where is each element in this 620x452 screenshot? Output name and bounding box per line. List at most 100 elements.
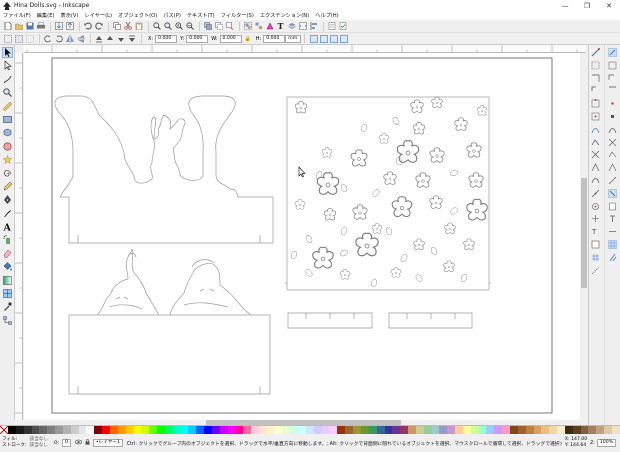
side-path-icon[interactable]: [608, 150, 617, 159]
snap-nodes-icon[interactable]: [591, 125, 600, 134]
color-swatch[interactable]: [611, 426, 620, 434]
copy-icon[interactable]: [112, 22, 121, 31]
close-button[interactable]: ✕: [598, 0, 620, 11]
color-swatch[interactable]: [557, 426, 565, 434]
color-swatch[interactable]: [86, 426, 95, 434]
zoom-selection-icon[interactable]: [152, 22, 161, 31]
print-icon[interactable]: [36, 22, 45, 31]
tweak-tool-icon[interactable]: [2, 74, 13, 85]
spray-tool-icon[interactable]: [2, 234, 13, 245]
lower-to-bottom-icon[interactable]: [127, 34, 136, 43]
menu-text[interactable]: テキスト(T): [187, 12, 215, 19]
paste-icon[interactable]: [134, 22, 143, 31]
color-swatch[interactable]: [502, 426, 510, 434]
snap-intersections-icon[interactable]: [591, 150, 600, 159]
preferences-icon[interactable]: [338, 22, 347, 31]
color-swatch[interactable]: [94, 426, 103, 434]
vertical-scrollbar[interactable]: [580, 53, 588, 420]
align-distribute-icon[interactable]: [309, 22, 318, 31]
color-swatch[interactable]: [219, 426, 228, 434]
snap-rotation-center-icon[interactable]: [591, 214, 600, 223]
snap-grid-icon[interactable]: [591, 253, 600, 262]
opacity-field[interactable]: 0: [62, 439, 71, 447]
color-swatch[interactable]: [360, 426, 369, 434]
color-swatch[interactable]: [180, 426, 189, 434]
color-swatch[interactable]: [164, 426, 173, 434]
snap-bbox-icon[interactable]: [591, 61, 600, 70]
star-tool-icon[interactable]: [2, 154, 13, 165]
color-swatch[interactable]: [55, 426, 63, 434]
color-swatch[interactable]: [580, 426, 589, 434]
side-page-icon[interactable]: [608, 202, 617, 211]
deselect-icon[interactable]: [25, 34, 34, 43]
menu-help[interactable]: ヘルプ(H): [315, 12, 339, 19]
color-swatch[interactable]: [306, 426, 314, 434]
move-patterns-toggle[interactable]: [340, 34, 349, 43]
color-swatch[interactable]: [157, 426, 165, 434]
color-swatch[interactable]: [470, 426, 479, 434]
move-gradients-toggle[interactable]: [330, 34, 339, 43]
color-swatch[interactable]: [549, 426, 558, 434]
lock-ratio-toggle[interactable]: 🔒: [245, 36, 251, 42]
menu-path[interactable]: パス(P): [163, 12, 181, 19]
color-swatch[interactable]: [243, 426, 252, 434]
zoom-page-icon[interactable]: [174, 22, 183, 31]
ellipse-tool-icon[interactable]: [2, 141, 13, 152]
node-tool-icon[interactable]: [2, 60, 13, 71]
color-swatch[interactable]: [337, 426, 346, 434]
undo-icon[interactable]: [83, 22, 92, 31]
select-all-layers-icon[interactable]: [14, 34, 23, 43]
scale-corners-toggle[interactable]: [320, 34, 329, 43]
eraser-tool-icon[interactable]: [2, 248, 13, 259]
color-swatch[interactable]: [368, 426, 377, 434]
color-swatch[interactable]: [196, 426, 205, 434]
side-grid-icon[interactable]: [608, 240, 617, 249]
eye-icon[interactable]: [74, 439, 82, 447]
drawing-canvas[interactable]: [24, 53, 580, 420]
xml-editor-icon[interactable]: [298, 22, 307, 31]
color-swatch[interactable]: [353, 426, 361, 434]
color-swatch[interactable]: [415, 426, 424, 434]
mesh-tool-icon[interactable]: [2, 288, 13, 299]
stroke-value[interactable]: 該当なし: [30, 443, 48, 449]
color-swatch[interactable]: [251, 426, 259, 434]
pen-tool-icon[interactable]: [2, 194, 13, 205]
rotate-cw-icon[interactable]: [54, 34, 63, 43]
ungroup-icon[interactable]: [254, 22, 263, 31]
color-swatch[interactable]: [266, 426, 275, 434]
color-swatch[interactable]: [8, 426, 16, 434]
snap-text-baseline-icon[interactable]: T: [591, 227, 600, 236]
color-swatch[interactable]: [431, 426, 440, 434]
menu-layer[interactable]: レイヤー(L): [84, 12, 112, 19]
side-cross-icon[interactable]: [608, 138, 617, 147]
color-swatch[interactable]: [439, 426, 448, 434]
color-swatch[interactable]: [533, 426, 542, 434]
color-swatch[interactable]: [125, 426, 134, 434]
color-swatch[interactable]: [408, 426, 416, 434]
zoom-tool-icon[interactable]: [2, 87, 13, 98]
color-swatch[interactable]: [486, 426, 495, 434]
3d-box-tool-icon[interactable]: [2, 127, 13, 138]
paint-bucket-tool-icon[interactable]: [2, 261, 13, 272]
color-swatch[interactable]: [564, 426, 573, 434]
lower-icon[interactable]: [116, 34, 125, 43]
zoom-drawing-icon[interactable]: [163, 22, 172, 31]
color-swatch[interactable]: [172, 426, 181, 434]
vertical-scroll-thumb[interactable]: [581, 178, 587, 288]
color-swatch[interactable]: [604, 426, 612, 434]
no-paint-swatch[interactable]: [0, 425, 9, 435]
text-tool-icon[interactable]: A: [2, 221, 13, 232]
side-text-icon[interactable]: [608, 214, 617, 223]
side-edge-icon[interactable]: [608, 86, 617, 95]
color-swatch[interactable]: [211, 426, 220, 434]
color-swatch[interactable]: [572, 426, 581, 434]
side-line-icon[interactable]: [608, 176, 617, 185]
snap-bbox-corner-icon[interactable]: [591, 86, 600, 95]
color-swatch[interactable]: [596, 426, 605, 434]
color-swatch[interactable]: [423, 426, 432, 434]
color-swatch[interactable]: [298, 426, 307, 434]
y-field[interactable]: 0.000: [186, 34, 209, 43]
raise-icon[interactable]: [105, 34, 114, 43]
color-swatch[interactable]: [235, 426, 244, 434]
color-swatch[interactable]: [517, 426, 526, 434]
